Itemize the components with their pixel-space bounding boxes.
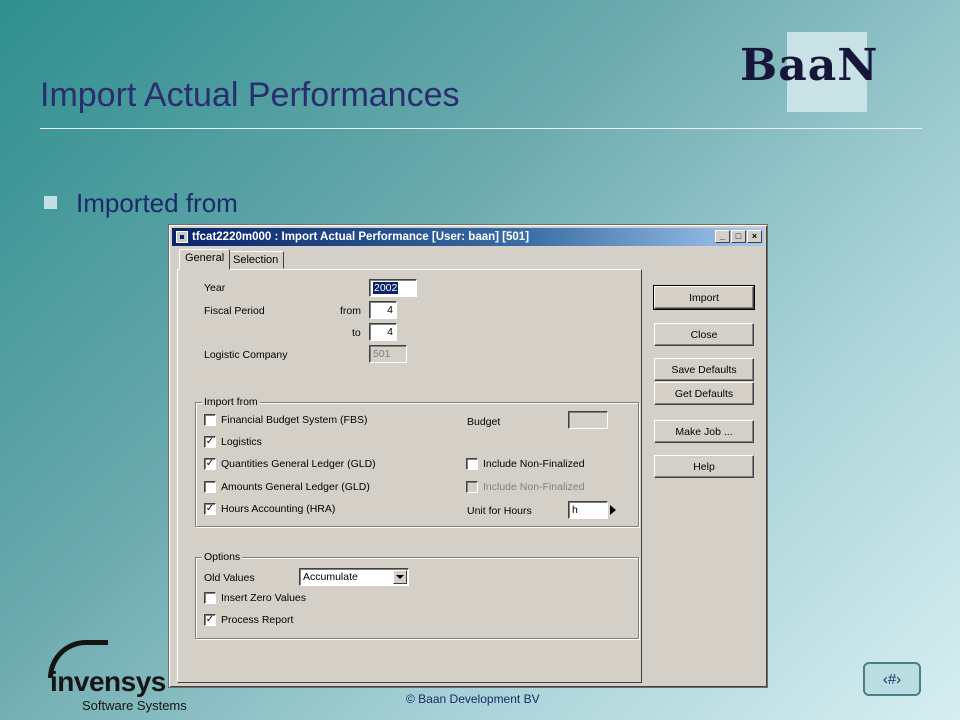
- checkbox-process-report-label: Process Report: [221, 614, 294, 626]
- checkbox-insert-zero-values-box[interactable]: [204, 592, 216, 604]
- import-actual-performance-window: tfcat2220m000 : Import Actual Performanc…: [168, 224, 768, 688]
- fiscal-period-label: Fiscal Period: [204, 305, 265, 317]
- minimize-button[interactable]: _: [715, 230, 730, 243]
- import-from-group-label: Import from: [202, 396, 260, 408]
- unit-for-hours-input[interactable]: h: [568, 501, 608, 519]
- dropdown-arrow-icon[interactable]: [393, 570, 407, 584]
- invensys-logo: invensys Software Systems: [48, 640, 208, 716]
- year-value: 2002: [373, 282, 399, 294]
- checkbox-include-non-finalized[interactable]: Include Non-Finalized: [466, 458, 585, 470]
- window-title: tfcat2220m000 : Import Actual Performanc…: [192, 231, 530, 243]
- year-label: Year: [204, 282, 226, 294]
- checkbox-include-non-finalized-box[interactable]: [466, 458, 478, 470]
- budget-input: [568, 411, 608, 429]
- zoom-arrow-icon[interactable]: [610, 505, 616, 515]
- checkbox-logistics-label: Logistics: [221, 436, 262, 448]
- checkbox-amounts-gld-label: Amounts General Ledger (GLD): [221, 481, 370, 493]
- window-controls: _ □ ×: [715, 230, 762, 243]
- checkbox-process-report-box[interactable]: ✓: [204, 614, 216, 626]
- get-defaults-button[interactable]: Get Defaults: [654, 382, 754, 405]
- fiscal-period-from-input[interactable]: 4: [369, 301, 397, 319]
- window-titlebar[interactable]: tfcat2220m000 : Import Actual Performanc…: [172, 228, 764, 246]
- options-group-label: Options: [202, 551, 243, 563]
- checkbox-fbs-label: Financial Budget System (FBS): [221, 414, 368, 426]
- close-button[interactable]: Close: [654, 323, 754, 346]
- tab-general[interactable]: General: [179, 249, 231, 270]
- checkbox-include-non-finalized-disabled-box: [466, 481, 478, 493]
- checkbox-include-non-finalized-label: Include Non-Finalized: [483, 458, 585, 470]
- import-button[interactable]: Import: [653, 285, 755, 310]
- page-number-badge: ‹#›: [863, 662, 921, 696]
- slide-title: Import Actual Performances: [40, 76, 460, 114]
- close-window-button[interactable]: ×: [747, 230, 762, 243]
- logistic-company-label: Logistic Company: [204, 349, 288, 361]
- old-values-selected: Accumulate: [303, 571, 358, 583]
- old-values-label: Old Values: [204, 572, 255, 584]
- invensys-logo-sub: Software Systems: [82, 698, 187, 713]
- checkbox-logistics-box[interactable]: ✓: [204, 436, 216, 448]
- checkbox-insert-zero-values-label: Insert Zero Values: [221, 592, 307, 604]
- title-divider: [40, 128, 922, 129]
- checkbox-amounts-gld[interactable]: Amounts General Ledger (GLD): [204, 481, 370, 493]
- checkbox-hours-hra-box[interactable]: ✓: [204, 503, 216, 515]
- maximize-button[interactable]: □: [731, 230, 746, 243]
- checkbox-fbs-box[interactable]: [204, 414, 216, 426]
- checkbox-quantities-gld-box[interactable]: ✓: [204, 458, 216, 470]
- checkbox-hours-hra[interactable]: ✓ Hours Accounting (HRA): [204, 503, 335, 515]
- checkbox-include-non-finalized-disabled-label: Include Non-Finalized: [483, 481, 585, 493]
- logistic-company-input: 501: [369, 345, 407, 363]
- invensys-logo-name: invensys: [50, 666, 166, 697]
- budget-label: Budget: [467, 416, 501, 428]
- year-input[interactable]: 2002: [369, 279, 417, 297]
- checkbox-amounts-gld-box[interactable]: [204, 481, 216, 493]
- old-values-select[interactable]: Accumulate: [299, 568, 409, 586]
- checkbox-quantities-gld[interactable]: ✓ Quantities General Ledger (GLD): [204, 458, 376, 470]
- checkbox-include-non-finalized-disabled: Include Non-Finalized: [466, 481, 585, 493]
- help-button[interactable]: Help: [654, 455, 754, 478]
- make-job-button[interactable]: Make Job ...: [654, 420, 754, 443]
- checkbox-process-report[interactable]: ✓ Process Report: [204, 614, 293, 626]
- checkbox-hours-hra-label: Hours Accounting (HRA): [221, 503, 336, 515]
- baan-logo: BaaN: [740, 40, 879, 91]
- checkbox-quantities-gld-label: Quantities General Ledger (GLD): [221, 458, 376, 470]
- checkbox-logistics[interactable]: ✓ Logistics: [204, 436, 262, 448]
- to-label: to: [352, 327, 361, 339]
- from-label: from: [340, 305, 361, 317]
- bullet-text: Imported from: [76, 188, 238, 218]
- fiscal-period-to-input[interactable]: 4: [369, 323, 397, 341]
- checkbox-fbs[interactable]: Financial Budget System (FBS): [204, 414, 367, 426]
- unit-for-hours-label: Unit for Hours: [467, 505, 532, 517]
- app-icon[interactable]: [176, 231, 188, 243]
- copyright-text: © Baan Development BV: [406, 692, 540, 706]
- checkbox-insert-zero-values[interactable]: Insert Zero Values: [204, 592, 306, 604]
- bullet-square-icon: [44, 196, 57, 209]
- save-defaults-button[interactable]: Save Defaults: [654, 358, 754, 381]
- tab-selection[interactable]: Selection: [227, 251, 285, 269]
